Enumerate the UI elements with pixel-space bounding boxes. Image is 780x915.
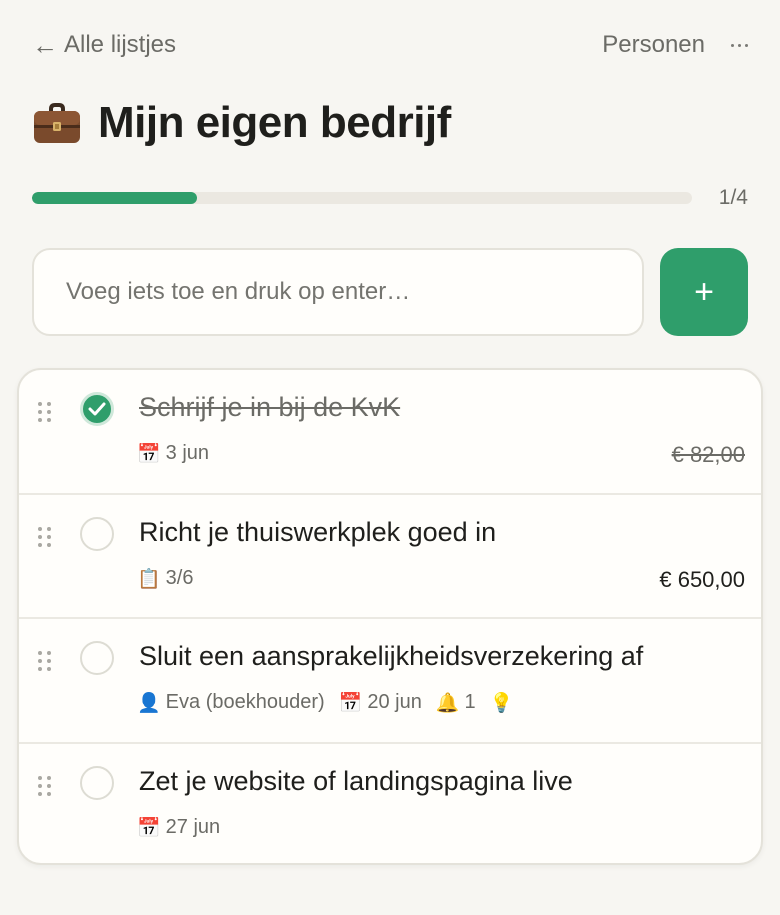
drag-handle-icon[interactable] — [38, 526, 51, 547]
subtasks-text: 3/6 — [165, 566, 194, 589]
people-button[interactable]: Personen — [602, 31, 705, 59]
calendar-icon: 📅 — [137, 443, 161, 465]
task-meta: 📅 3 jun — [137, 442, 745, 465]
clipboard-icon: 📋 — [137, 567, 161, 590]
due-date-text: 3 jun — [165, 442, 210, 464]
task-row: Schrijf je in bij de KvK 📅 3 jun € 82,00 — [19, 370, 761, 495]
progress-bar — [32, 192, 692, 204]
due-date-text: 20 jun — [367, 691, 422, 713]
task-checkbox[interactable] — [80, 516, 114, 551]
task-due-date[interactable]: 📅 3 jun — [137, 442, 209, 465]
task-row: Sluit een aansprakelijkheidsverzekering … — [19, 619, 761, 744]
task-subtasks[interactable]: 📋 3/6 — [137, 567, 193, 590]
back-link[interactable]: ← Alle lijstjes — [32, 31, 176, 59]
more-options-icon[interactable] — [731, 40, 748, 51]
task-meta: 📅 27 jun — [137, 816, 745, 839]
briefcase-icon — [32, 100, 82, 146]
task-meta: 👤 Eva (boekhouder) 📅 20 jun 🔔 1 💡 — [137, 691, 745, 714]
task-checkbox[interactable] — [80, 765, 114, 800]
task-checkbox[interactable] — [80, 392, 114, 426]
progress-fill — [32, 192, 197, 204]
due-date-text: 27 jun — [165, 815, 221, 838]
task-amount: € 650,00 — [659, 566, 745, 592]
task-title[interactable]: Schrijf je in bij de KvK — [139, 392, 400, 423]
task-list: Schrijf je in bij de KvK 📅 3 jun € 82,00… — [17, 368, 763, 865]
add-task-input[interactable] — [32, 248, 644, 336]
task-meta: 📋 3/6 — [137, 567, 745, 590]
task-checkbox[interactable] — [80, 641, 114, 675]
checkmark-icon — [88, 402, 106, 416]
calendar-icon: 📅 — [137, 816, 161, 839]
task-title[interactable]: Richt je thuiswerkplek goed in — [139, 517, 496, 548]
task-due-date[interactable]: 📅 27 jun — [137, 816, 220, 839]
drag-handle-icon[interactable] — [38, 651, 51, 671]
task-title[interactable]: Zet je website of landingspagina live — [139, 766, 573, 797]
reminders-text: 1 — [464, 691, 476, 713]
task-due-date[interactable]: 📅 20 jun — [339, 691, 422, 714]
back-link-label: Alle lijstjes — [64, 31, 177, 58]
bell-icon: 🔔 — [435, 692, 460, 714]
add-task-button[interactable]: + — [660, 248, 748, 336]
page-title: Mijn eigen bedrijf — [98, 98, 451, 147]
task-assignee[interactable]: 👤 Eva (boekhouder) — [137, 691, 325, 714]
progress-row: 1/4 — [32, 186, 748, 210]
task-row: Zet je website of landingspagina live 📅 … — [19, 744, 761, 864]
add-task-row: + — [32, 248, 748, 336]
task-amount: € 82,00 — [671, 442, 745, 467]
task-reminders[interactable]: 🔔 1 — [436, 691, 476, 714]
calendar-icon: 📅 — [338, 692, 363, 714]
progress-count: 1/4 — [718, 186, 748, 209]
top-bar: ← Alle lijstjes Personen — [32, 28, 748, 62]
person-icon: 👤 — [137, 692, 161, 714]
arrow-left-icon: ← — [32, 30, 58, 60]
assignee-text: Eva (boekhouder) — [165, 691, 325, 713]
task-idea[interactable]: 💡 — [490, 691, 514, 714]
top-actions: Personen — [602, 31, 748, 59]
lightbulb-icon: 💡 — [489, 692, 514, 714]
task-title[interactable]: Sluit een aansprakelijkheidsverzekering … — [139, 641, 643, 672]
title-row: Mijn eigen bedrijf — [32, 98, 451, 148]
drag-handle-icon[interactable] — [38, 775, 51, 796]
drag-handle-icon[interactable] — [38, 402, 51, 422]
task-row: Richt je thuiswerkplek goed in 📋 3/6 € 6… — [19, 495, 761, 619]
